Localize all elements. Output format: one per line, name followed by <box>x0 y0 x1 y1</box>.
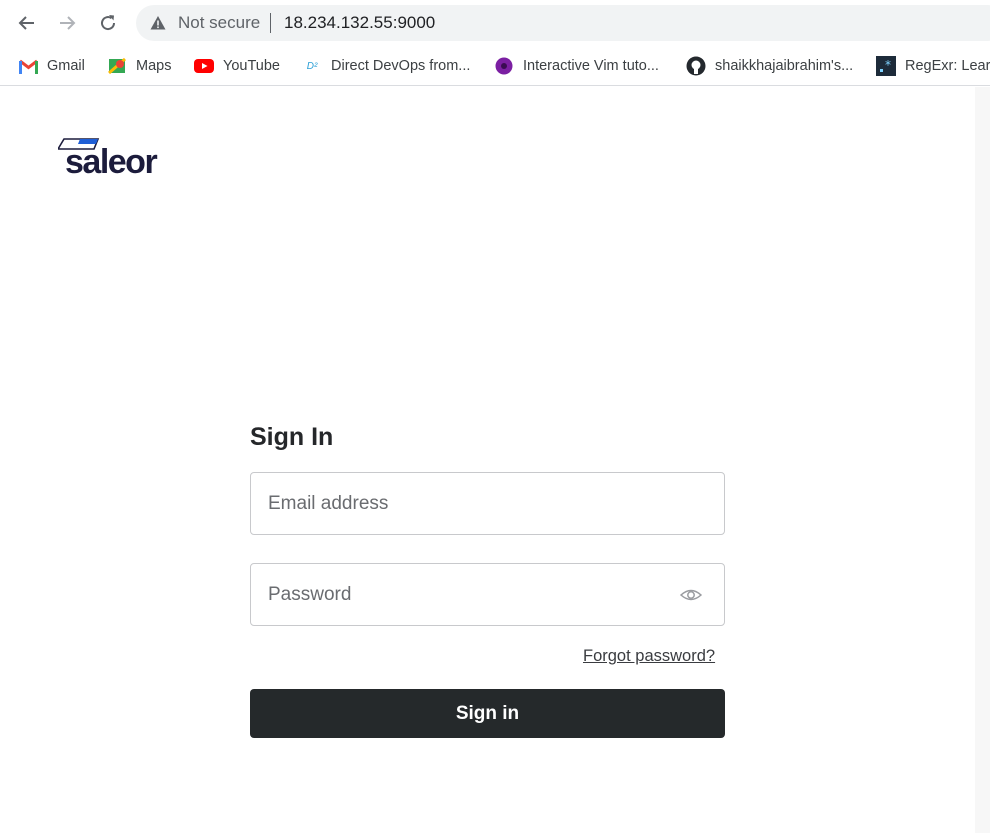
scrollbar[interactable] <box>975 87 990 833</box>
bookmark-label: YouTube <box>223 58 280 74</box>
bookmark-youtube[interactable]: YouTube <box>194 54 280 78</box>
regexr-icon: * <box>876 56 896 76</box>
url-text[interactable]: 18.234.132.55:9000 <box>284 13 435 33</box>
password-field[interactable] <box>250 563 725 626</box>
omnibox-divider <box>270 13 271 33</box>
sign-in-button[interactable]: Sign in <box>250 689 725 738</box>
saleor-logo[interactable]: saleor <box>58 137 168 183</box>
email-input[interactable] <box>251 473 724 534</box>
svg-text:*: * <box>885 58 891 72</box>
arrow-left-icon <box>18 16 34 30</box>
gmail-icon <box>18 56 38 76</box>
email-field[interactable] <box>250 472 725 535</box>
forgot-password-link[interactable]: Forgot password? <box>583 647 715 666</box>
bookmark-github[interactable]: shaikkhajaibrahim's... <box>686 54 853 78</box>
bookmark-devops[interactable]: D² Direct DevOps from... <box>302 54 471 78</box>
devops-icon: D² <box>306 60 318 72</box>
reload-icon <box>101 15 116 31</box>
browser-toolbar: Not secure 18.234.132.55:9000 <box>0 0 990 46</box>
github-icon <box>686 56 706 76</box>
logo-wordmark: saleor <box>65 143 158 181</box>
bookmark-label: Maps <box>136 58 172 74</box>
bookmark-label: shaikkhajaibrahim's... <box>715 58 854 74</box>
bookmark-gmail[interactable]: Gmail <box>18 54 85 78</box>
bookmarks-bar: Gmail Maps YouTube D² Direct DevOps from… <box>0 46 990 86</box>
forward-button[interactable] <box>53 9 81 37</box>
warning-icon <box>150 16 166 30</box>
vim-icon <box>494 56 514 76</box>
youtube-icon <box>194 56 214 76</box>
show-password-eye-icon[interactable] <box>680 586 702 604</box>
bookmark-label: RegExr: Learn <box>905 58 990 74</box>
bookmark-label: Interactive Vim tuto... <box>523 58 659 74</box>
bookmark-label: Gmail <box>47 58 85 74</box>
back-button[interactable] <box>13 9 41 37</box>
bookmark-maps[interactable]: Maps <box>107 54 171 78</box>
bookmark-regexr[interactable]: * RegExr: Learn <box>876 54 990 78</box>
bookmark-label: Direct DevOps from... <box>331 58 471 74</box>
bookmark-vim[interactable]: Interactive Vim tuto... <box>494 54 659 78</box>
maps-icon <box>107 56 127 76</box>
arrow-right-icon <box>60 16 76 30</box>
reload-button[interactable] <box>94 9 122 37</box>
security-label[interactable]: Not secure <box>178 13 260 33</box>
address-bar[interactable]: Not secure 18.234.132.55:9000 <box>136 5 990 41</box>
password-input[interactable] <box>251 564 724 625</box>
page-title: Sign In <box>250 423 334 451</box>
